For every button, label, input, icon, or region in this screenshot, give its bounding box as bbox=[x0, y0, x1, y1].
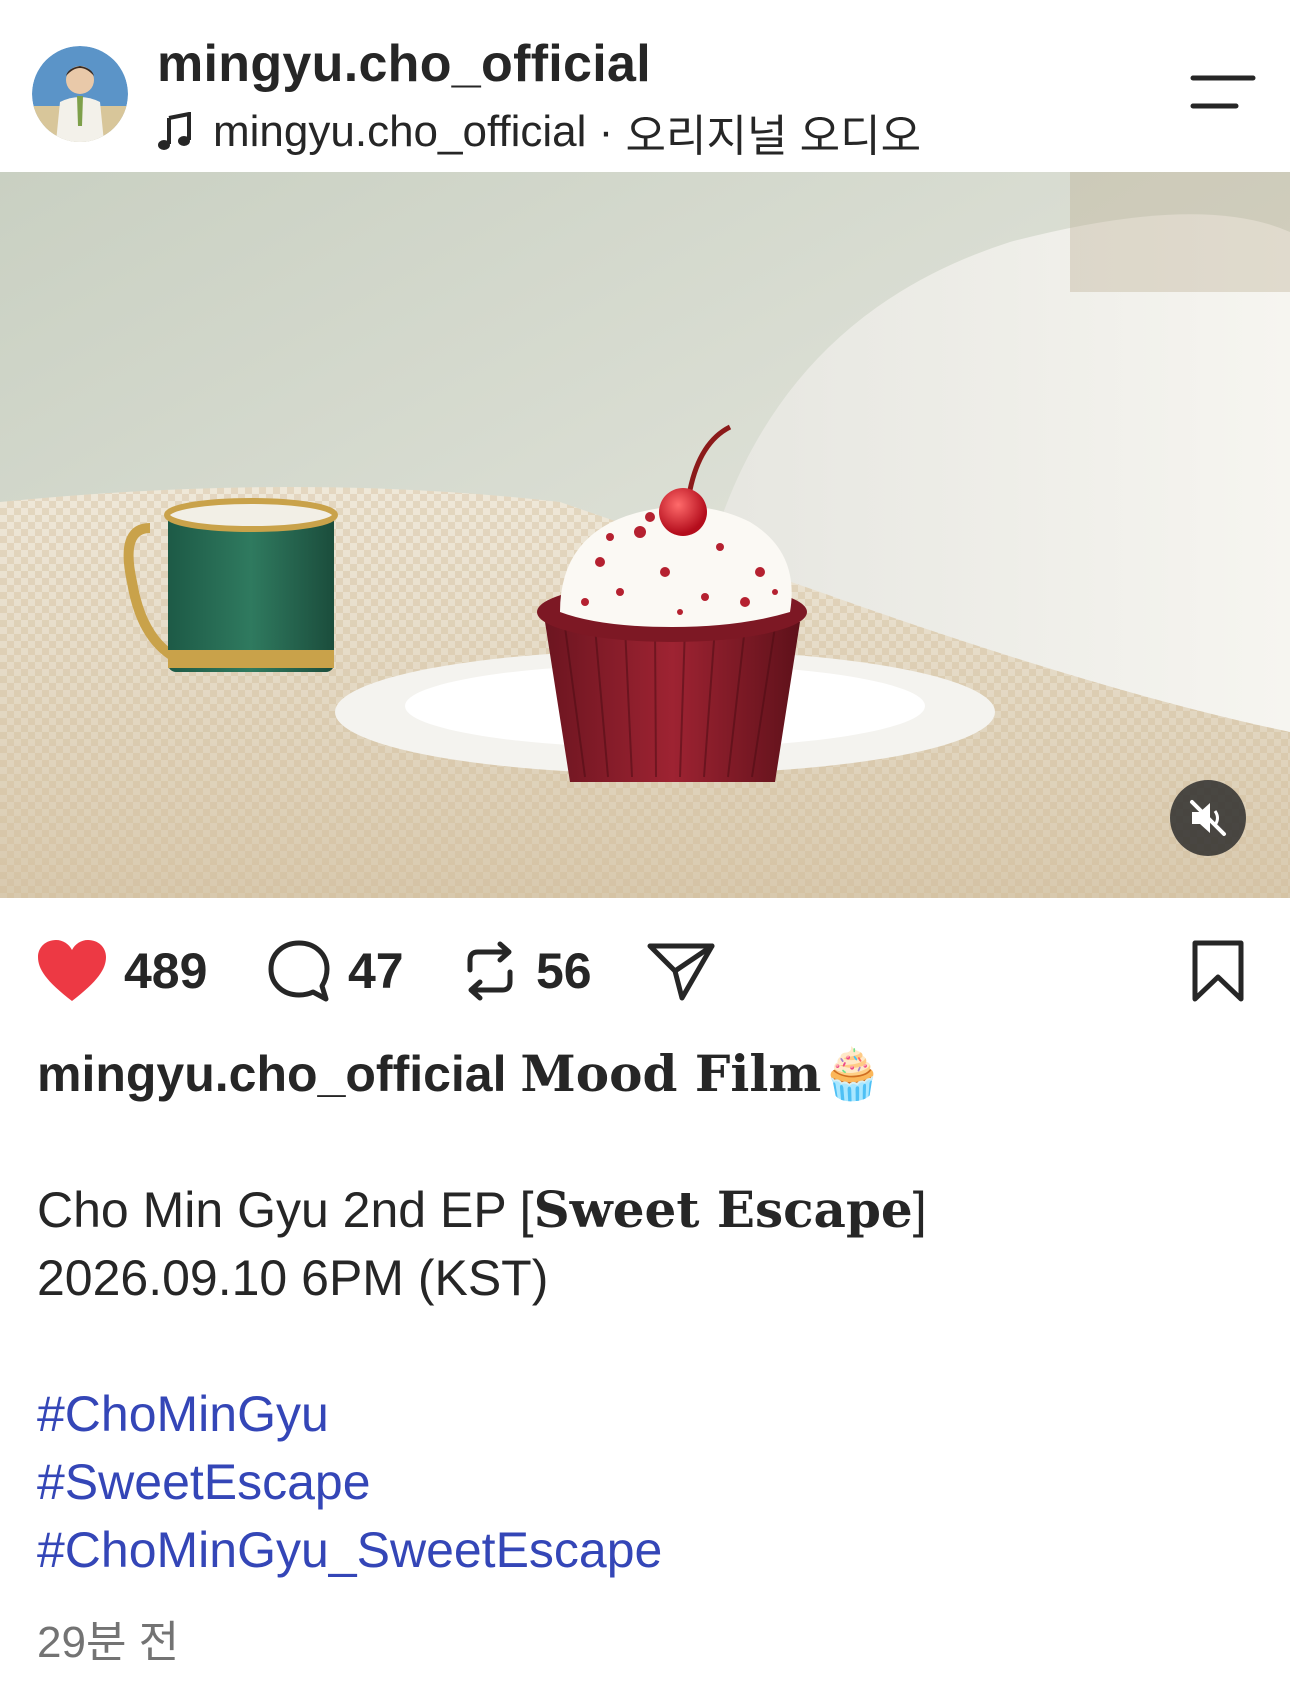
hashtag-chomingyu[interactable]: #ChoMinGyu bbox=[37, 1380, 1257, 1448]
ep-title: Sweet Escape bbox=[533, 1180, 913, 1239]
ep-suffix: ] bbox=[912, 1182, 927, 1238]
caption-username[interactable]: mingyu.cho_official bbox=[37, 1046, 507, 1102]
audio-label: 오리지널 오디오 bbox=[625, 112, 922, 161]
cupcake-emoji-icon: 🧁 bbox=[821, 1046, 884, 1102]
repost-count: 56 bbox=[536, 943, 592, 999]
like-count: 489 bbox=[124, 943, 208, 999]
hashtag-sweetescape[interactable]: #SweetEscape bbox=[37, 1448, 1257, 1516]
post-timestamp: 29분 전 bbox=[37, 1618, 180, 1667]
menu-icon[interactable] bbox=[1190, 74, 1256, 110]
post-header: mingyu.cho_official mingyu.cho_official … bbox=[0, 0, 1290, 172]
caption-title: Mood Film bbox=[520, 1044, 822, 1103]
bookmark-icon bbox=[1192, 940, 1244, 1002]
repost-button[interactable]: 56 bbox=[460, 930, 592, 1012]
heart-filled-icon bbox=[38, 940, 106, 1001]
header-username[interactable]: mingyu.cho_official bbox=[157, 34, 651, 94]
send-icon bbox=[647, 943, 715, 1001]
video-frame bbox=[0, 172, 1290, 898]
action-bar: 489 47 56 bbox=[0, 930, 1290, 1012]
comment-button[interactable]: 47 bbox=[266, 930, 404, 1012]
ep-prefix: Cho Min Gyu 2nd EP [ bbox=[37, 1182, 534, 1238]
speaker-muted-icon bbox=[1190, 800, 1226, 836]
post-caption: mingyu.cho_official Mood Film🧁 Cho Min G… bbox=[37, 1040, 1257, 1584]
comment-bubble-icon bbox=[268, 940, 330, 1002]
like-button[interactable]: 489 bbox=[36, 930, 207, 1012]
music-note-icon bbox=[158, 112, 191, 150]
caption-ep-line: Cho Min Gyu 2nd EP [Sweet Escape] bbox=[37, 1176, 1257, 1244]
caption-date-line: 2026.09.10 6PM (KST) bbox=[37, 1250, 549, 1306]
audio-info[interactable]: mingyu.cho_official · 오리지널 오디오 bbox=[157, 104, 921, 161]
share-button[interactable] bbox=[646, 930, 716, 1012]
audio-owner: mingyu.cho_official bbox=[213, 107, 587, 156]
save-button[interactable] bbox=[1190, 930, 1246, 1012]
mute-toggle-button[interactable] bbox=[1170, 780, 1246, 856]
profile-avatar[interactable] bbox=[32, 46, 128, 142]
hashtag-chomingyu-sweetescape[interactable]: #ChoMinGyu_SweetEscape bbox=[37, 1516, 1257, 1584]
comment-count: 47 bbox=[348, 943, 404, 999]
caption-spacer-2 bbox=[37, 1312, 1257, 1380]
post-video[interactable] bbox=[0, 172, 1290, 898]
caption-first-line: mingyu.cho_official Mood Film🧁 bbox=[37, 1040, 1257, 1108]
audio-separator: · bbox=[586, 107, 626, 156]
repost-icon bbox=[467, 941, 513, 1001]
